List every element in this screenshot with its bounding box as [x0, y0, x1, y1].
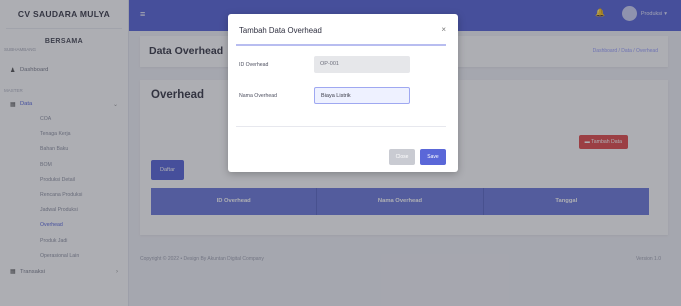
- id-overhead-label: ID Overhead: [239, 62, 269, 68]
- nama-overhead-label: Nama Overhead: [239, 93, 278, 99]
- close-icon[interactable]: ×: [441, 25, 446, 34]
- nama-overhead-field[interactable]: Biaya Listrik: [314, 87, 410, 104]
- id-overhead-field[interactable]: OP-001: [314, 56, 410, 73]
- divider: [236, 126, 446, 127]
- close-button[interactable]: Close: [389, 149, 415, 165]
- divider: [236, 44, 446, 46]
- add-overhead-modal: Tambah Data Overhead × ID Overhead OP-00…: [228, 14, 458, 172]
- modal-title: Tambah Data Overhead: [239, 26, 322, 35]
- save-button[interactable]: Save: [420, 149, 446, 165]
